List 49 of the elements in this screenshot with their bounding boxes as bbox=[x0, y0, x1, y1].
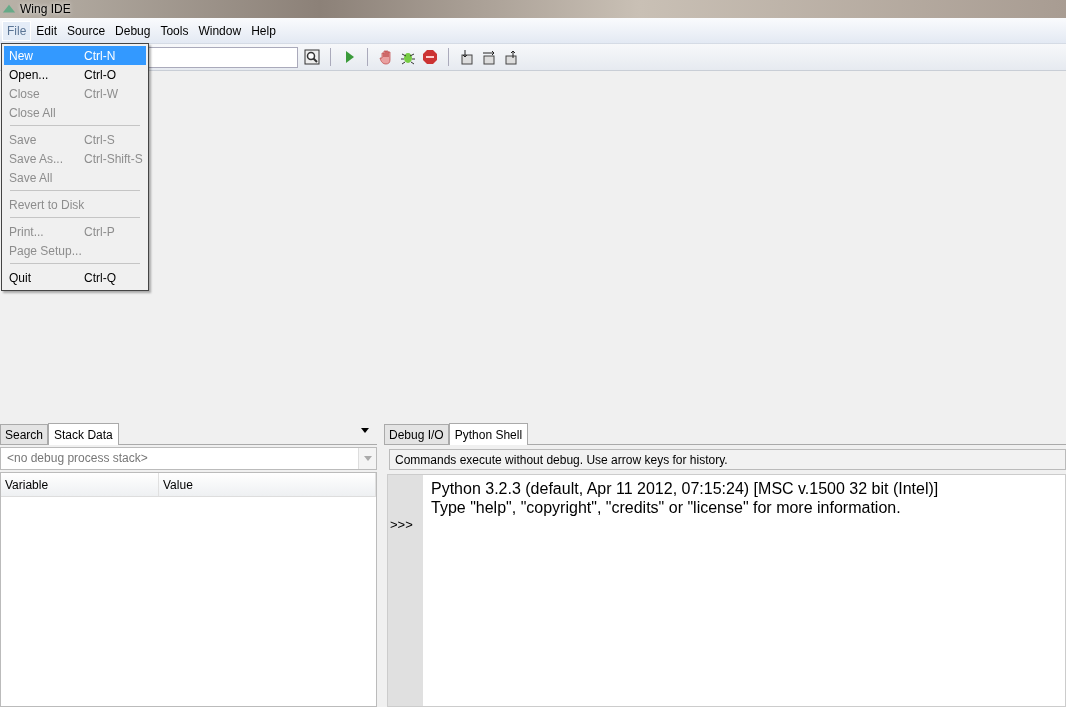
menu-item-label: Save All bbox=[9, 170, 54, 185]
step-out-icon[interactable] bbox=[503, 49, 519, 65]
panel-tab[interactable]: Search bbox=[0, 424, 49, 444]
stack-dropdown[interactable]: <no debug process stack> bbox=[0, 447, 377, 470]
menu-shortcut: Ctrl-Shift-S bbox=[84, 151, 144, 166]
column-header[interactable]: Variable bbox=[1, 473, 159, 496]
menu-shortcut: Ctrl-N bbox=[84, 48, 117, 63]
panel-tab[interactable]: Stack Data bbox=[48, 423, 119, 445]
shell-hint: Commands execute without debug. Use arrow keys for history. bbox=[389, 449, 1066, 470]
caret-icon[interactable] bbox=[361, 428, 369, 433]
menu-shortcut: Ctrl-W bbox=[84, 86, 119, 101]
menu-item-label: Quit bbox=[9, 270, 32, 285]
menu-title[interactable]: Help bbox=[246, 20, 281, 41]
shell-output-line: Python 3.2.3 (default, Apr 11 2012, 07:15:24) [MSC v.1500 32 bit (Intel)] bbox=[431, 479, 939, 498]
panel-tab[interactable]: Debug I/O bbox=[384, 424, 449, 444]
caret-icon bbox=[363, 456, 372, 461]
menu-shortcut: Ctrl-S bbox=[84, 132, 116, 147]
panel-tab[interactable]: Python Shell bbox=[448, 423, 529, 445]
search-icon[interactable] bbox=[304, 49, 320, 65]
stop-icon[interactable] bbox=[422, 49, 438, 65]
hand-icon[interactable] bbox=[378, 49, 394, 65]
menu-item-label: Print... bbox=[9, 224, 45, 239]
menu-shortcut: Ctrl-P bbox=[84, 224, 116, 239]
menu-shortcut: Ctrl-O bbox=[84, 67, 117, 82]
menu-title[interactable]: Window bbox=[193, 20, 247, 41]
menu-title[interactable]: File bbox=[2, 20, 32, 41]
menu-item[interactable]: Quit Ctrl-Q bbox=[4, 268, 146, 287]
window-title: Wing IDE bbox=[20, 2, 71, 16]
menu-title[interactable]: Debug bbox=[110, 20, 156, 41]
app-icon bbox=[2, 2, 16, 16]
menu-item-label: Open... bbox=[9, 67, 50, 82]
menu-title[interactable]: Source bbox=[62, 20, 111, 41]
step-over-icon[interactable] bbox=[481, 49, 497, 65]
menu-item-label: Page Setup... bbox=[9, 243, 83, 258]
menu-title[interactable]: Edit bbox=[31, 20, 63, 41]
menu-title[interactable]: Tools bbox=[155, 20, 194, 41]
step-into-icon[interactable] bbox=[459, 49, 475, 65]
menu-item-label: Revert to Disk bbox=[9, 197, 84, 212]
shell-area[interactable]: >>> Python 3.2.3 (default, Apr 11 2012, 07:15:24) [MSC v.1500 32 bit (Intel)] Type "help", "copyright", "credits" or "license" for more information. bbox=[387, 474, 1066, 707]
shell-prompt: >>> bbox=[390, 517, 414, 532]
menu-shortcut: Ctrl-Q bbox=[84, 270, 117, 285]
menu-item-label: Close All bbox=[9, 105, 57, 120]
menu-item[interactable]: Open... Ctrl-O bbox=[4, 65, 146, 84]
menu-item-label: Close bbox=[9, 86, 41, 101]
menu-item-label: Save bbox=[9, 132, 38, 147]
shell-output-line: Type "help", "copyright", "credits" or "license" for more information. bbox=[431, 498, 902, 517]
menu-item-label: Save As... bbox=[9, 151, 65, 166]
column-header[interactable]: Value bbox=[159, 473, 376, 496]
menu-item-label: New bbox=[9, 48, 34, 63]
